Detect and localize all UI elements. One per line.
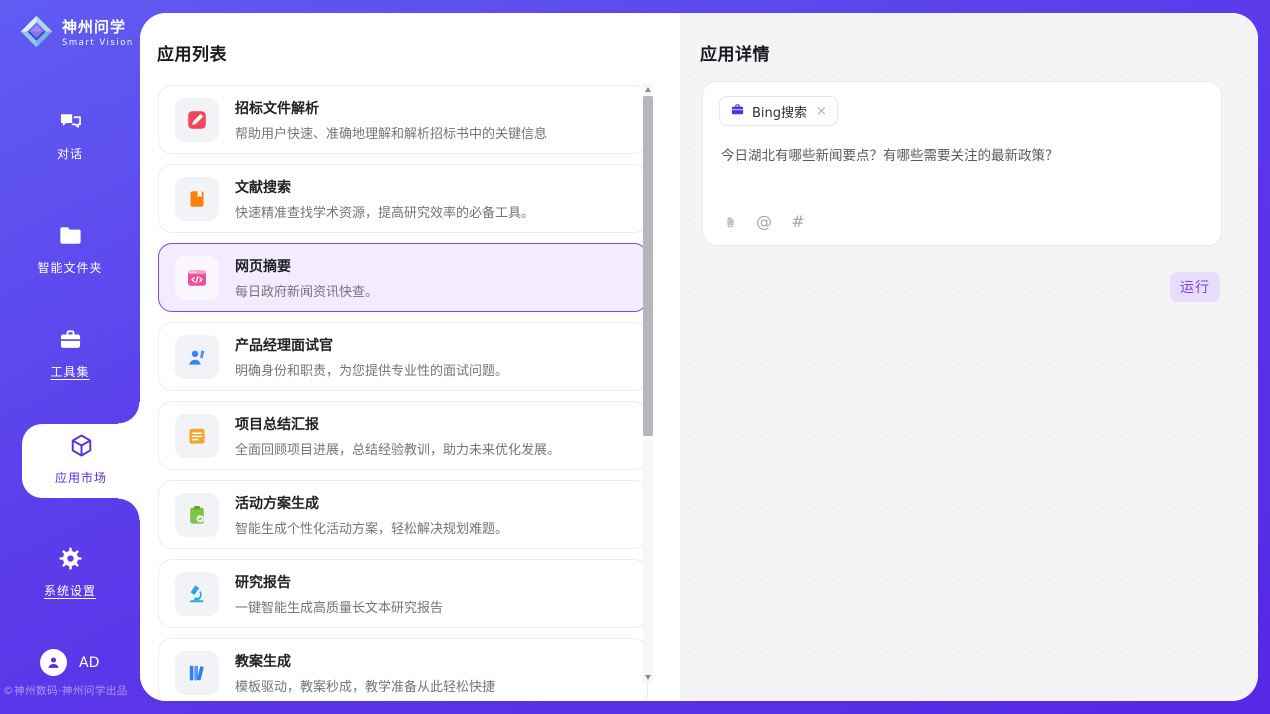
app-card-4[interactable]: 项目总结汇报全面回顾项目进展，总结经验教训，助力未来优化发展。: [158, 401, 648, 470]
app-card-title: 网页摘要: [235, 256, 378, 276]
app-card-description: 帮助用户快速、准确地理解和解析招标书中的关键信息: [235, 123, 547, 142]
app-card-description: 明确身份和职责，为您提供专业性的面试问题。: [235, 360, 508, 379]
app-card-title: 文献搜索: [235, 177, 534, 197]
sidebar-item-system-settings[interactable]: 系统设置: [0, 545, 140, 599]
chat-icon: [57, 120, 84, 139]
app-card-2[interactable]: 网页摘要每日政府新闻资讯快查。: [158, 243, 648, 312]
app-card-title: 教案生成: [235, 651, 495, 671]
bubble-fillet-top: [118, 402, 140, 424]
app-card-list: 招标文件解析帮助用户快速、准确地理解和解析招标书中的关键信息文献搜索快速精准查找…: [158, 85, 648, 701]
app-card-description: 模板驱动，教案秒成，教学准备从此轻松快捷: [235, 676, 495, 695]
close-icon[interactable]: ×: [816, 105, 827, 118]
sidebar-item-label: 对话: [0, 145, 140, 162]
app-card-description: 快速精准查找学术资源，提高研究效率的必备工具。: [235, 202, 534, 221]
sidebar-item-app-market[interactable]: 应用市场: [22, 432, 140, 486]
book-icon: [175, 177, 219, 221]
prompt-toolbar: @#: [721, 213, 807, 231]
sidebar-item-chat[interactable]: 对话: [0, 108, 140, 162]
app-list-panel: 应用列表 招标文件解析帮助用户快速、准确地理解和解析招标书中的关键信息文献搜索快…: [140, 13, 680, 701]
hash-icon[interactable]: #: [789, 213, 807, 231]
app-card-title: 招标文件解析: [235, 98, 547, 118]
sidebar: 神州问学 Smart Vision 对话智能文件夹工具集应用市场系统设置 AD …: [0, 0, 140, 714]
app-card-1[interactable]: 文献搜索快速精准查找学术资源，提高研究效率的必备工具。: [158, 164, 648, 233]
toolbox-icon: [57, 338, 84, 357]
interviewer-icon: [175, 335, 219, 379]
app-card-title: 活动方案生成: [235, 493, 508, 513]
app-card-0[interactable]: 招标文件解析帮助用户快速、准确地理解和解析招标书中的关键信息: [158, 85, 648, 154]
report-calendar-icon: [175, 414, 219, 458]
app-card-6[interactable]: 研究报告一键智能生成高质量长文本研究报告: [158, 559, 648, 628]
app-list-scrollbar[interactable]: [643, 83, 653, 683]
paperclip-icon[interactable]: [721, 213, 739, 231]
app-card-3[interactable]: 产品经理面试官明确身份和职责，为您提供专业性的面试问题。: [158, 322, 648, 391]
books-icon: [175, 651, 219, 695]
brand: 神州问学 Smart Vision: [18, 13, 134, 50]
brand-name: 神州问学: [62, 16, 134, 37]
app-detail-panel: 应用详情 Bing搜索 × 今日湖北有哪些新闻要点？有哪些需要关注的最新政策？ …: [680, 13, 1258, 701]
app-card-description: 智能生成个性化活动方案，轻松解决规划难题。: [235, 518, 508, 537]
app-card-7[interactable]: 教案生成模板驱动，教案秒成，教学准备从此轻松快捷: [158, 638, 648, 701]
folder-icon: [57, 234, 84, 253]
sidebar-item-label: 系统设置: [0, 582, 140, 599]
sidebar-item-label: 工具集: [0, 363, 140, 380]
clipboard-check-icon: [175, 493, 219, 537]
app-card-description: 每日政府新闻资讯快查。: [235, 281, 378, 300]
sidebar-item-smart-folder[interactable]: 智能文件夹: [0, 222, 140, 276]
user-chip[interactable]: AD: [40, 649, 99, 676]
copyright: ©神州数码·神州问学出品: [3, 683, 143, 698]
gear-icon: [57, 557, 84, 576]
user-name: AD: [79, 655, 99, 671]
avatar: [40, 649, 67, 676]
run-button[interactable]: 运行: [1170, 272, 1220, 302]
app-detail-title: 应用详情: [700, 40, 770, 65]
app-card-title: 研究报告: [235, 572, 443, 592]
bubble-fillet-bottom: [118, 498, 140, 520]
app-list-title: 应用列表: [157, 40, 227, 65]
cube-icon: [68, 444, 95, 463]
app-card-5[interactable]: 活动方案生成智能生成个性化活动方案，轻松解决规划难题。: [158, 480, 648, 549]
app-card-title: 项目总结汇报: [235, 414, 560, 434]
webpage-code-icon: [175, 256, 219, 300]
scroll-up-icon[interactable]: [643, 83, 653, 95]
briefcase-icon: [730, 102, 745, 121]
app-card-description: 全面回顾项目进展，总结经验教训，助力未来优化发展。: [235, 439, 560, 458]
brand-logo-icon: [18, 13, 55, 50]
scroll-down-icon[interactable]: [643, 671, 653, 683]
app-card-description: 一键智能生成高质量长文本研究报告: [235, 597, 443, 616]
prompt-card: Bing搜索 × 今日湖北有哪些新闻要点？有哪些需要关注的最新政策？ @#: [702, 81, 1222, 246]
contract-edit-icon: [175, 98, 219, 142]
tool-tag-bing-search[interactable]: Bing搜索 ×: [719, 96, 838, 126]
mention-icon[interactable]: @: [755, 213, 773, 231]
sidebar-item-toolset[interactable]: 工具集: [0, 326, 140, 380]
app-card-title: 产品经理面试官: [235, 335, 508, 355]
content-area: 应用列表 招标文件解析帮助用户快速、准确地理解和解析招标书中的关键信息文献搜索快…: [140, 13, 1258, 701]
sidebar-item-label: 智能文件夹: [0, 259, 140, 276]
query-text[interactable]: 今日湖北有哪些新闻要点？有哪些需要关注的最新政策？: [721, 146, 1203, 166]
scrollbar-thumb[interactable]: [643, 96, 653, 436]
microscope-icon: [175, 572, 219, 616]
sidebar-item-label: 应用市场: [22, 469, 140, 486]
brand-subtitle: Smart Vision: [62, 38, 134, 48]
tool-tag-label: Bing搜索: [752, 102, 807, 121]
